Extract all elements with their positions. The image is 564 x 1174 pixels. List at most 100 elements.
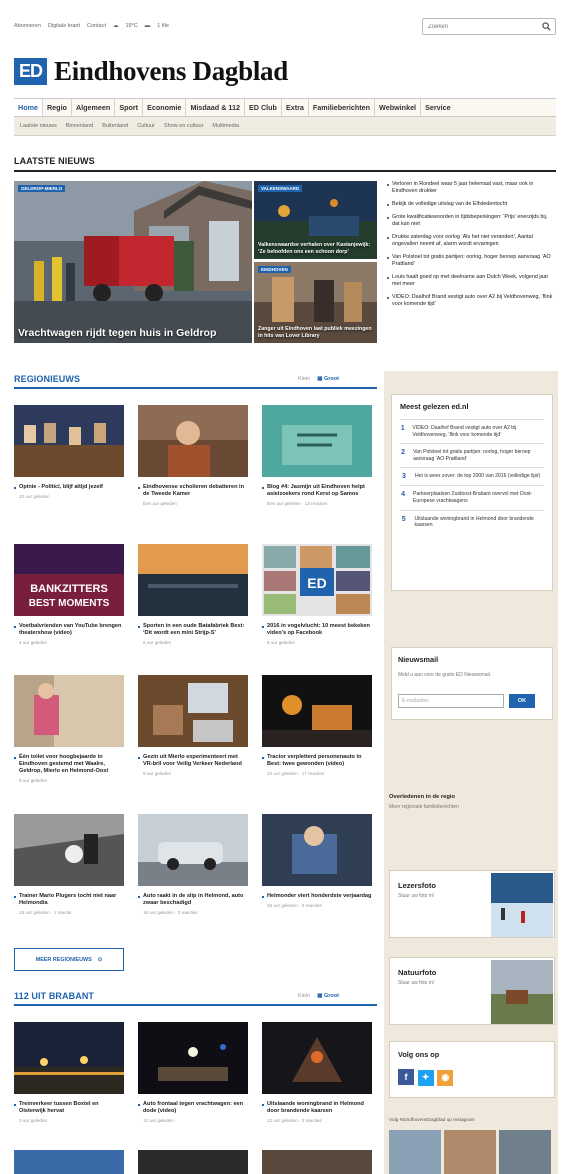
newsletter-submit-button[interactable]: OK [509,694,535,708]
instagram-photo[interactable] [444,1130,496,1174]
nav-sport[interactable]: Sport [115,99,144,116]
brabant-card[interactable]: Treinverkeer tussen Boxtel en Oisterwijk… [14,1022,124,1123]
card-title[interactable]: Blog #4: Jasmijn uit Eindhoven helpt asi… [262,484,372,498]
lezersfoto-sub[interactable]: Stuur uw foto in! [398,893,434,899]
most-read-item[interactable]: 2 Van Polstoel tot gratis partijen: oorlo… [400,443,544,467]
list-item[interactable]: Drukke zaterdag voor oorlog ‘Als het nie… [387,234,554,248]
hero-title[interactable]: Vrachtwagen rijdt tegen huis in Geldrop [18,327,248,339]
topbar-link-digitale-krant[interactable]: Digitale krant [48,23,80,29]
most-read-item[interactable]: 1 VIDEO: Daalhof Brand vestigt auto over … [400,419,544,443]
more-regio-button[interactable]: MEER REGIONIEUWS ⊙ [14,948,124,971]
nav-economie[interactable]: Economie [143,99,187,116]
view-large-button[interactable]: ▦ Groot [317,376,339,382]
subnav-cultuur[interactable]: Cultuur [137,123,155,129]
card-title[interactable]: Helmonder viert honderdste verjaardag [262,893,372,900]
nav-familieberichten[interactable]: Familieberichten [309,99,376,116]
nav-home[interactable]: Home [14,99,43,116]
regio-card[interactable]: Blog #4: Jasmijn uit Eindhoven helpt asi… [262,405,372,506]
brabant-card[interactable]: Uitslaande woningbrand in Helmond door b… [262,1022,372,1123]
most-read-item-title[interactable]: Het is weer zover: de top 2000 van 2016 … [415,473,540,480]
list-item[interactable]: VIDEO: Daalhof Brand vestigt auto over A… [387,294,554,308]
regio-card[interactable]: Eindhovense scholieren debatteren in de … [138,405,248,506]
side-article-1-title[interactable]: Valkenswaardse verhalen over Kastanjewij… [258,242,373,255]
regio-card[interactable]: BANKZITTERS BEST MOMENTS Voetbalvrienden … [14,544,124,645]
card-title[interactable]: Tractor verpletterd personenauto in Best… [262,754,372,768]
view-large-button[interactable]: ▦ Groot [317,993,339,999]
most-read-item-title[interactable]: Van Polstoel tot gratis partijen: oorlog… [413,449,544,462]
card-title[interactable]: Auto raakt in de slip in Helmond, auto z… [138,893,248,907]
twitter-icon[interactable]: ✦ [417,1069,434,1086]
card-title[interactable]: 2016 in vogelvlucht: 10 meest bekeken vi… [262,623,372,637]
weather-temperature[interactable]: 19°C [126,23,138,29]
deceased-title[interactable]: Overledenen in de regio [389,794,551,800]
card-title[interactable]: Sporten in een oude Batafabriek Best: ‘D… [138,623,248,637]
lezersfoto-widget[interactable]: Lezersfoto Stuur uw foto in! [389,870,555,938]
card-title[interactable]: Voetbalvrienden van YouTube brengen thea… [14,623,124,637]
regio-card[interactable]: Tractor verpletterd personenauto in Best… [262,675,372,776]
list-item[interactable]: Louis haalt goed op met deelname aan Dut… [387,274,554,288]
nav-regio[interactable]: Regio [43,99,72,116]
card-title[interactable]: Auto frontaal tegen vrachtwagen: een dod… [138,1101,248,1115]
side-article-1[interactable]: VALKENSWAARD Valkenswaardse verhalen ove… [254,181,377,259]
side-article-2-title[interactable]: Zanger uit Eindhoven laat publiek meezin… [258,326,373,339]
regio-card[interactable]: Sporten in een oude Batafabriek Best: ‘D… [138,544,248,645]
topbar-link-abonneren[interactable]: Abonneren [14,23,41,29]
instagram-photo[interactable] [499,1130,551,1174]
most-read-item[interactable]: 4 Parkeerplaatsen Zuidoost-Brabant overvo… [400,485,544,509]
regio-card[interactable]: Auto raakt in de slip in Helmond, auto z… [138,814,248,915]
card-thumbnail[interactable] [138,1150,248,1174]
regio-card[interactable]: Gezin uit Mierlo experimenteert met VR-b… [138,675,248,776]
nav-webwinkel[interactable]: Webwinkel [375,99,422,116]
subnav-buitenland[interactable]: Buitenland [102,123,128,129]
most-read-item-title[interactable]: Parkeerplaatsen Zuidoost-Brabant overvol… [413,491,544,504]
list-item[interactable]: Grote kwalificatiewoorden in tijdsbeperk… [387,214,554,228]
newsletter-email-input[interactable]: E-mailadres [398,694,504,708]
search-icon[interactable] [542,22,551,31]
card-title[interactable]: Uitslaande woningbrand in Helmond door b… [262,1101,372,1115]
regio-card[interactable]: Opinie - Politici, blijf altijd jezelf 1… [14,405,124,499]
subnav-multimedia[interactable]: Multimedia [212,123,239,129]
hero-article[interactable]: GELDROP-MIERLO Vrachtwagen rijdt tegen h… [14,181,252,343]
rss-icon[interactable]: ◉ [437,1069,454,1086]
list-item[interactable]: Van Polstoel tot gratis partijen: oorlog… [387,254,554,268]
card-title[interactable]: Gezin uit Mierlo experimenteert met VR-b… [138,754,248,768]
subnav-show-cultuur[interactable]: Show en cultuur [164,123,203,129]
instagram-label[interactable]: Volg #EindhovensDagblad op Instagram [389,1118,555,1123]
card-title[interactable]: Eindhovense scholieren debatteren in de … [138,484,248,498]
search-input[interactable] [423,19,533,34]
topbar-link-contact[interactable]: Contact [87,23,106,29]
nav-extra[interactable]: Extra [282,99,309,116]
card-thumbnail[interactable] [262,1150,372,1174]
list-item[interactable]: Verloren in Rondeel waar 5 jaar helemaal… [387,181,554,195]
regio-card[interactable]: Helmonder viert honderdste verjaardag 16… [262,814,372,908]
card-thumbnail[interactable] [14,1150,124,1174]
subnav-binnenland[interactable]: Binnenland [66,123,94,129]
nav-service[interactable]: Service [421,99,455,116]
view-small-button[interactable]: Klein [298,993,310,999]
card-title[interactable]: Treinverkeer tussen Boxtel en Oisterwijk… [14,1101,124,1115]
regio-card[interactable]: Trainer Mario Plugers tocht niet naar He… [14,814,124,915]
traffic-status[interactable]: 1 file [157,23,169,29]
regio-card[interactable]: ED 2016 in vogelvlucht: 10 meest bekeken… [262,544,372,645]
natuurfoto-sub[interactable]: Stuur uw foto in! [398,980,434,986]
nav-ed-club[interactable]: ED Club [245,99,282,116]
brabant-card[interactable]: Auto frontaal tegen vrachtwagen: een dod… [138,1022,248,1123]
subnav-laatste-nieuws[interactable]: Laatste nieuws [20,123,57,129]
regio-card[interactable]: Één toilet voor hoogbejaarde in Eindhove… [14,675,124,783]
natuurfoto-widget[interactable]: Natuurfoto Stuur uw foto in! [389,957,555,1025]
most-read-item[interactable]: 3 Het is weer zover: de top 2000 van 2016… [400,467,544,485]
nav-misdaad-112[interactable]: Misdaad & 112 [186,99,245,116]
card-title[interactable]: Opinie - Politici, blijf altijd jezelf [14,484,124,491]
card-title[interactable]: Één toilet voor hoogbejaarde in Eindhove… [14,754,124,775]
facebook-icon[interactable]: f [398,1069,414,1085]
instagram-photo[interactable] [389,1130,441,1174]
view-small-button[interactable]: Klein [298,376,310,382]
card-title[interactable]: Trainer Mario Plugers tocht niet naar He… [14,893,124,907]
deceased-link[interactable]: Meer regionale familieberichten [389,804,551,810]
most-read-item-title[interactable]: Uitslaande woningbrand in Helmond door b… [414,516,544,529]
side-article-2[interactable]: EINDHOVEN Zanger uit Eindhoven laat publ… [254,262,377,343]
site-logo[interactable]: ED Eindhovens Dagblad [14,56,288,87]
most-read-item-title[interactable]: VIDEO: Daalhof Brand vestigt auto over A… [412,425,544,438]
most-read-item[interactable]: 5 Uitslaande woningbrand in Helmond door … [400,509,544,534]
list-item[interactable]: Bekijk de volledige uitslag van de Elfst… [387,201,554,208]
